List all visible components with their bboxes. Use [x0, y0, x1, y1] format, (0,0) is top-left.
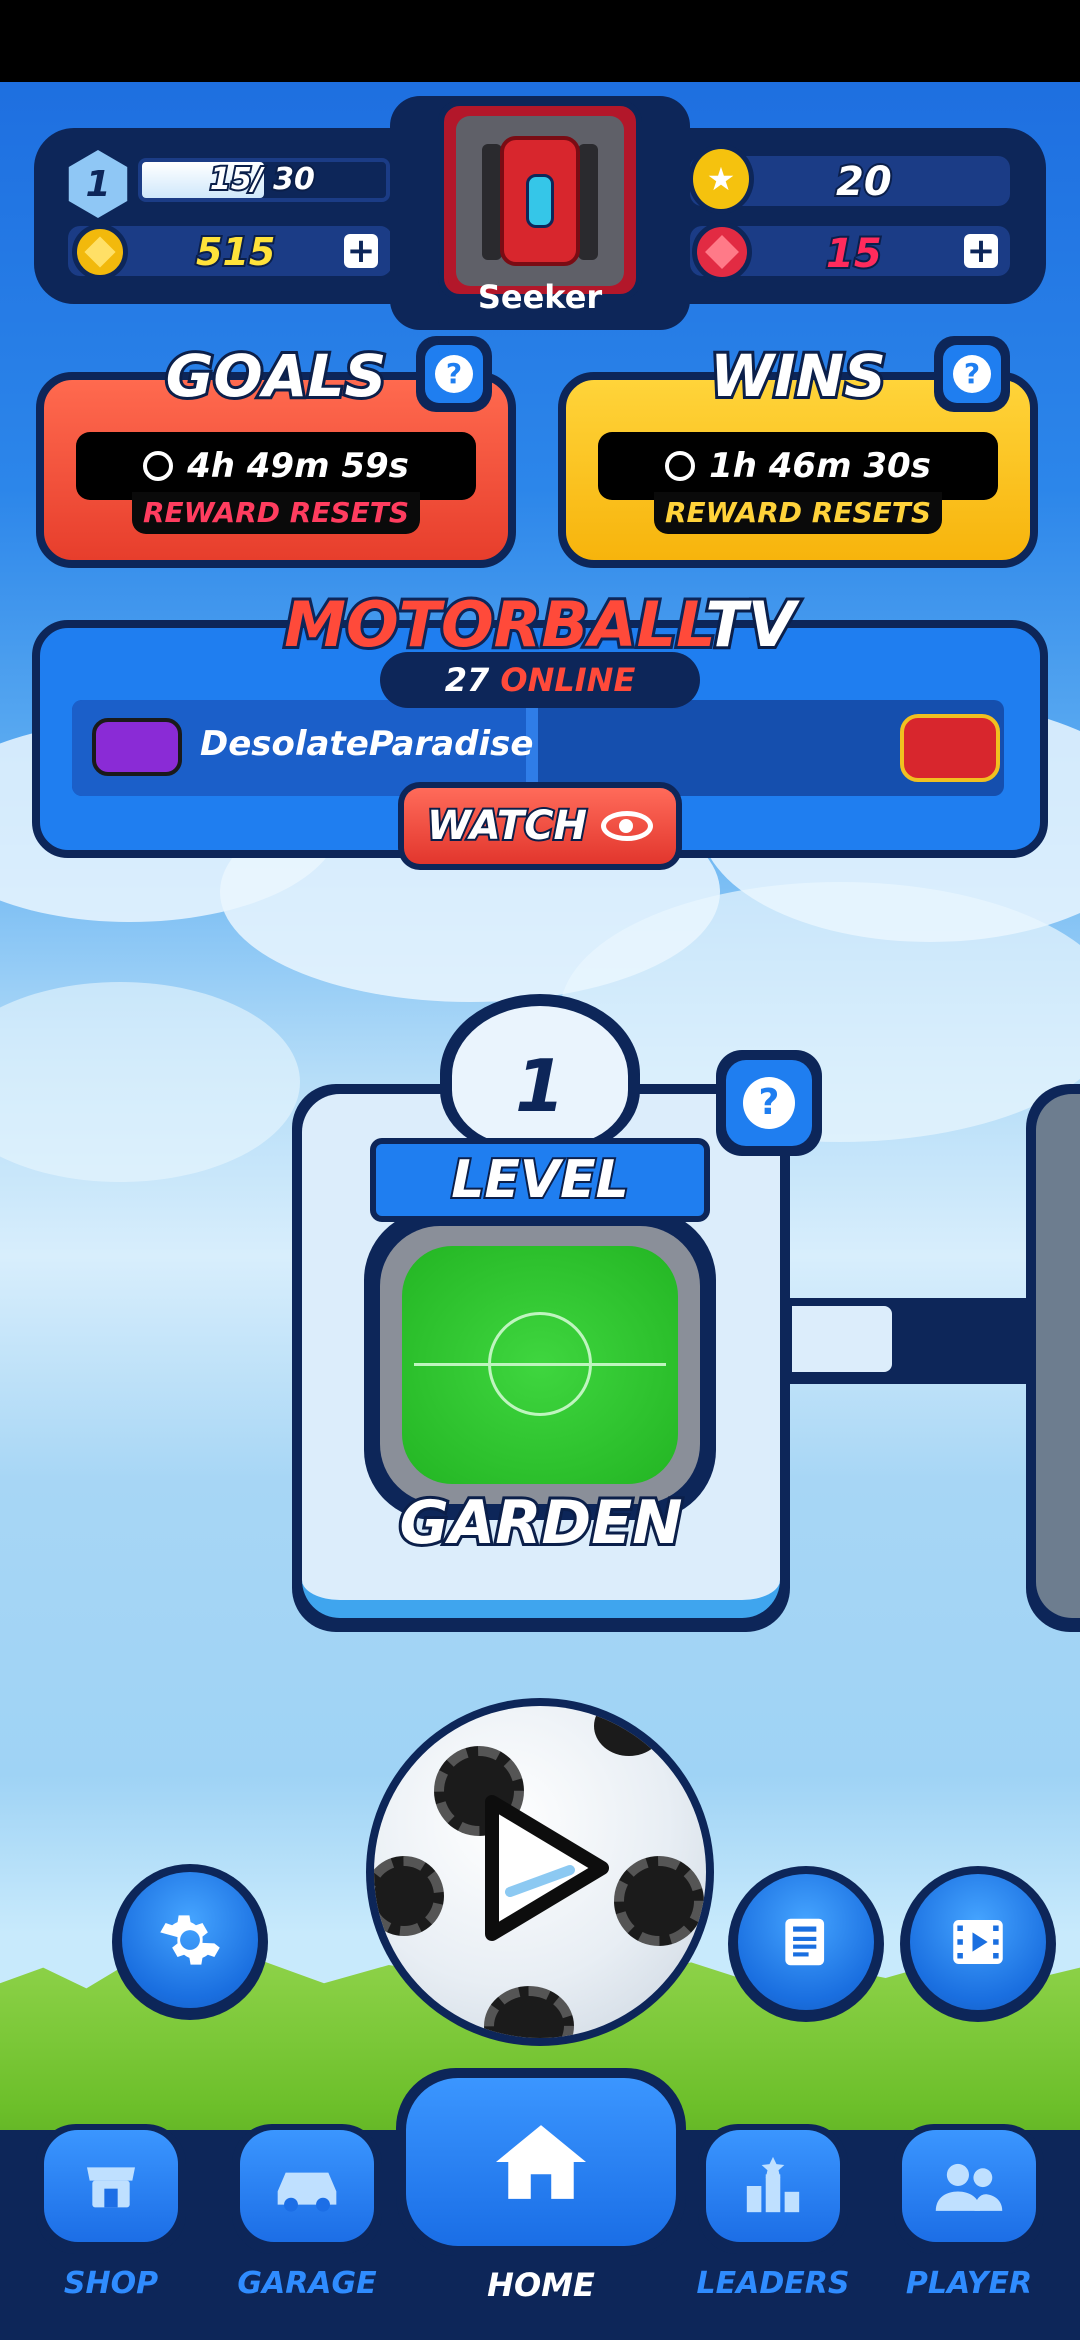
add-gems-button[interactable]: + — [964, 234, 998, 268]
question-icon: ? — [743, 1077, 795, 1129]
online-label: ONLINE — [500, 661, 636, 699]
settings-button[interactable] — [112, 1864, 268, 2020]
question-icon: ? — [953, 355, 991, 393]
level-number: 1 — [514, 1044, 566, 1128]
leaderboard-icon — [746, 2156, 800, 2213]
streamer-name: DesolateParadise — [200, 724, 534, 764]
vehicle-avatar-button[interactable] — [438, 100, 642, 300]
nav-player-label: PLAYER — [905, 2266, 1033, 2301]
nav-garage-label: GARAGE — [237, 2266, 377, 2301]
gear-icon — [160, 1915, 220, 1965]
home-icon — [496, 2125, 586, 2199]
xp-text: 15/ 30 — [208, 160, 317, 199]
nav-player[interactable] — [894, 2124, 1044, 2254]
goals-reward-resets: REWARD RESETS — [132, 492, 420, 534]
arena-stadium — [380, 1226, 700, 1504]
nav-home[interactable] — [396, 2068, 686, 2256]
nav-garage[interactable] — [232, 2124, 382, 2254]
car-icon — [277, 2172, 337, 2212]
level-help-button[interactable]: ? — [716, 1050, 822, 1156]
medal-icon: ★ — [688, 144, 754, 214]
vehicle-avatar-image — [456, 116, 624, 286]
soccer-ball — [374, 1706, 706, 2038]
goals-timer-text: 4h 49m 59s — [187, 446, 409, 486]
tv-title-suffix: TV — [702, 585, 798, 664]
next-level-card-face — [1036, 1094, 1080, 1618]
video-icon — [953, 1920, 1003, 1964]
gold-coin-icon — [72, 224, 128, 280]
wins-help-button[interactable]: ? — [934, 336, 1010, 412]
stopwatch-icon — [143, 451, 174, 481]
gems-amount: 15 — [824, 229, 884, 279]
play-button[interactable] — [366, 1698, 714, 2046]
level-ribbon: LEVEL — [370, 1138, 710, 1222]
player-level: 1 — [85, 163, 111, 205]
goals-timer: 4h 49m 59s — [76, 432, 476, 500]
level-path-progress — [792, 1306, 892, 1372]
eye-icon — [600, 811, 653, 841]
player-icon — [935, 2163, 1003, 2211]
online-count-badge: 27 ONLINE — [380, 652, 700, 708]
stopwatch-icon — [665, 451, 696, 481]
watch-button[interactable]: WATCH — [398, 782, 682, 870]
red-car-icon — [900, 714, 1000, 782]
tv-title: MOTORBALLTV — [0, 585, 1080, 664]
shop-icon — [87, 2167, 135, 2208]
gem-icon — [692, 222, 752, 282]
news-icon — [785, 1918, 825, 1966]
nav-leaders[interactable] — [698, 2124, 848, 2254]
nav-leaders-label: LEADERS — [696, 2266, 850, 2301]
arena-preview — [364, 1210, 716, 1520]
vehicle-name: Seeker — [477, 278, 603, 316]
goals-help-button[interactable]: ? — [416, 336, 492, 412]
video-button[interactable] — [900, 1866, 1056, 2022]
wins-timer: 1h 46m 30s — [598, 432, 998, 500]
online-count: 27 — [444, 661, 490, 699]
question-icon: ? — [435, 355, 473, 393]
play-icon — [485, 1795, 609, 1941]
watch-label: WATCH — [425, 801, 589, 851]
purple-car-icon — [92, 718, 182, 776]
pitch-image — [402, 1246, 678, 1484]
add-gold-button[interactable]: + — [344, 234, 378, 268]
tv-title-main: MOTORBALL — [281, 585, 708, 664]
nav-home-label: HOME — [487, 2266, 595, 2304]
wins-reward-resets: REWARD RESETS — [654, 492, 942, 534]
wins-timer-text: 1h 46m 30s — [709, 446, 931, 486]
news-button[interactable] — [728, 1866, 884, 2022]
medals-amount: 20 — [834, 157, 894, 207]
nav-shop[interactable] — [36, 2124, 186, 2254]
gold-amount: 515 — [194, 228, 277, 276]
arena-name: GARDEN — [397, 1485, 686, 1561]
nav-shop-label: SHOP — [63, 2266, 159, 2301]
